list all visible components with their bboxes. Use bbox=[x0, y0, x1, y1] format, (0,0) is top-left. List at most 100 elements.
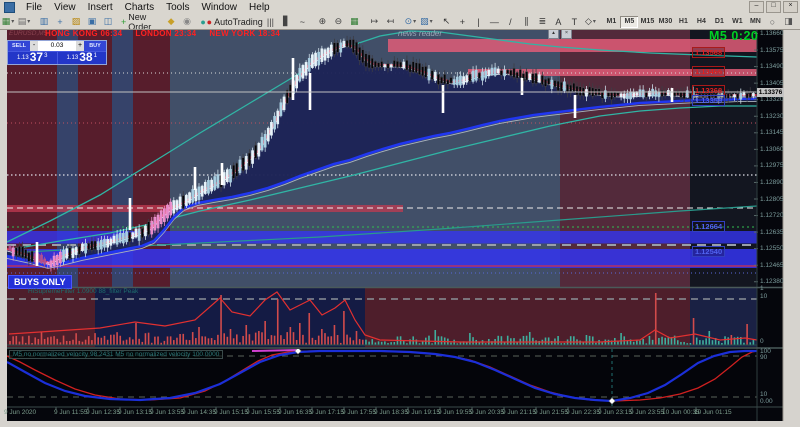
metaeditor-button[interactable]: ◆ bbox=[163, 15, 179, 28]
templates-button[interactable]: ▧ ▾ bbox=[418, 15, 434, 28]
time-axis-label[interactable]: 9 Jun 23:15 bbox=[598, 409, 632, 416]
menu-item-charts[interactable]: Charts bbox=[119, 0, 160, 14]
zoom-in-button[interactable]: ⊕ bbox=[314, 15, 330, 28]
time-axis-label[interactable]: 9 Jun 20:35 bbox=[470, 409, 504, 416]
horizontal-line-button[interactable]: — bbox=[486, 15, 502, 28]
timeframe-d1-button[interactable]: D1 bbox=[710, 16, 728, 28]
price-axis-label[interactable]: 1.12720 bbox=[760, 212, 784, 219]
price-axis-label[interactable]: 1.13575 bbox=[760, 47, 784, 54]
text-button[interactable]: A bbox=[550, 15, 566, 28]
toolbar: ▦ ▾ ▤ ▾ ▥ + ▨ ▣ ◫ + New Order ◆ ◉ ● ● AutoTrading ||| ▋ ~ ⊕… bbox=[0, 14, 800, 30]
timeframe-m15-button[interactable]: M15 bbox=[638, 16, 656, 28]
zoom-out-button[interactable]: ⊖ bbox=[330, 15, 346, 28]
price-axis-label[interactable]: 1.12465 bbox=[760, 262, 784, 269]
docked-window-button[interactable]: ◨ bbox=[780, 15, 796, 28]
price-axis-label[interactable]: 1.12805 bbox=[760, 196, 784, 203]
timeframe-m1-button[interactable]: M1 bbox=[602, 16, 620, 28]
crosshair-button[interactable]: + bbox=[454, 15, 470, 28]
time-axis-label[interactable]: 9 Jun 23:55 bbox=[630, 409, 664, 416]
time-axis-label[interactable]: 9 Jun 18:35 bbox=[374, 409, 408, 416]
marker-bar bbox=[35, 242, 39, 266]
profiles-button[interactable]: ▤ ▾ bbox=[16, 15, 32, 28]
time-axis-label[interactable]: 9 Jun 12:35 bbox=[86, 409, 120, 416]
buy-price[interactable]: 1.13 38 1 bbox=[58, 51, 107, 64]
menu-item-tools[interactable]: Tools bbox=[160, 0, 195, 14]
menu-item-window[interactable]: Window bbox=[195, 0, 243, 14]
vertical-line-button[interactable]: | bbox=[470, 15, 486, 28]
timeframe-mn-button[interactable]: MN bbox=[746, 16, 764, 28]
time-axis-label[interactable]: 9 Jun 17:15 bbox=[310, 409, 344, 416]
time-axis-label[interactable]: 9 Jun 11:55 bbox=[54, 409, 88, 416]
time-axis-label[interactable]: 9 Jun 15:15 bbox=[214, 409, 248, 416]
time-axis-label[interactable]: 9 Jun 19:55 bbox=[438, 409, 472, 416]
news-reader-close-button[interactable]: × bbox=[561, 29, 572, 39]
chart-canvas[interactable] bbox=[0, 0, 800, 427]
trendline-button[interactable]: / bbox=[502, 15, 518, 28]
price-axis-label[interactable]: 1.13490 bbox=[760, 63, 784, 70]
chart-bars-button[interactable]: ||| bbox=[262, 15, 278, 28]
timeframe-m5-button[interactable]: M5 bbox=[620, 15, 639, 28]
time-axis-label[interactable]: 9 Jun 16:35 bbox=[278, 409, 312, 416]
sell-price[interactable]: 1.13 37 3 bbox=[8, 51, 58, 64]
price-axis-label[interactable]: 1.12550 bbox=[760, 245, 784, 252]
cursor-button[interactable]: ↖ bbox=[438, 15, 454, 28]
price-axis-label[interactable]: 1.13060 bbox=[760, 146, 784, 153]
time-axis-label[interactable]: 9 Jun 2020 bbox=[4, 409, 36, 416]
tile-windows-button[interactable]: ▦ bbox=[346, 15, 362, 28]
time-axis-label[interactable]: 9 Jun 21:15 bbox=[502, 409, 536, 416]
minimize-button[interactable]: – bbox=[749, 1, 764, 13]
price-axis-label[interactable]: 1.12635 bbox=[760, 229, 784, 236]
chart-line-button[interactable]: ~ bbox=[294, 15, 310, 28]
data-window-button[interactable]: + bbox=[52, 15, 68, 28]
chart-shift-button[interactable]: ↤ bbox=[382, 15, 398, 28]
candle-timer: M5 0:20 bbox=[709, 29, 759, 43]
text-label-button[interactable]: T bbox=[566, 15, 582, 28]
chart-bars-icon: ||| bbox=[266, 16, 274, 27]
time-axis-label[interactable]: 10 Jun 01:15 bbox=[694, 409, 732, 416]
time-axis-label[interactable]: 9 Jun 17:55 bbox=[342, 409, 376, 416]
autotrading-button[interactable]: ● AutoTrading bbox=[207, 15, 263, 28]
price-axis-label[interactable]: 1.13145 bbox=[760, 129, 784, 136]
menu-item-insert[interactable]: Insert bbox=[82, 0, 119, 14]
strategy-tester-button[interactable]: ◫ bbox=[100, 15, 116, 28]
time-axis-label[interactable]: 9 Jun 22:35 bbox=[566, 409, 600, 416]
timeframe-h4-button[interactable]: H4 bbox=[692, 16, 710, 28]
search-button[interactable]: ○ bbox=[764, 15, 780, 28]
news-reader-collapse-button[interactable]: ▴ bbox=[548, 29, 559, 39]
time-axis-label[interactable]: 9 Jun 21:55 bbox=[534, 409, 568, 416]
arrow-tools-button[interactable]: ◇ ▾ bbox=[582, 15, 598, 28]
time-axis-label[interactable]: 9 Jun 14:35 bbox=[182, 409, 216, 416]
price-axis-label[interactable]: 1.12890 bbox=[760, 179, 784, 186]
new-order-button[interactable]: + New Order bbox=[120, 14, 163, 29]
navigator-button[interactable]: ▨ bbox=[68, 15, 84, 28]
indicators-button[interactable]: ⊙ ▾ bbox=[402, 15, 418, 28]
timeframe-h1-button[interactable]: H1 bbox=[674, 16, 692, 28]
time-axis-label[interactable]: 9 Jun 13:55 bbox=[150, 409, 184, 416]
mql-community-button[interactable]: ◉ bbox=[179, 15, 195, 28]
chart-candles-button[interactable]: ▋ bbox=[278, 15, 294, 28]
menu-item-file[interactable]: File bbox=[20, 0, 48, 14]
restore-button[interactable]: □ bbox=[766, 1, 781, 13]
market-watch-button[interactable]: ▥ bbox=[36, 15, 52, 28]
price-axis-label[interactable]: 1.12975 bbox=[760, 162, 784, 169]
channel-button[interactable]: ∥ bbox=[518, 15, 534, 28]
time-axis-label[interactable]: 9 Jun 19:15 bbox=[406, 409, 440, 416]
timeframe-m30-button[interactable]: M30 bbox=[656, 16, 674, 28]
price-axis-label[interactable]: 1.13320 bbox=[760, 96, 784, 103]
price-axis-label[interactable]: 1.12380 bbox=[760, 278, 784, 285]
timeframe-w1-button[interactable]: W1 bbox=[728, 16, 746, 28]
fibonacci-button[interactable]: ≣ bbox=[534, 15, 550, 28]
price-axis-label[interactable]: 1.13230 bbox=[760, 113, 784, 120]
terminal-button[interactable]: ▣ bbox=[84, 15, 100, 28]
close-button[interactable]: × bbox=[783, 1, 798, 13]
time-axis-label[interactable]: 9 Jun 15:55 bbox=[246, 409, 280, 416]
time-axis-label[interactable]: 9 Jun 13:15 bbox=[118, 409, 152, 416]
menu-item-view[interactable]: View bbox=[48, 0, 82, 14]
price-axis-label[interactable]: 1.13660 bbox=[760, 30, 784, 37]
session-clock: LONDON 23:34 bbox=[135, 29, 197, 38]
price-axis-label[interactable]: 1.13405 bbox=[760, 80, 784, 87]
auto-scroll-button[interactable]: ↦ bbox=[366, 15, 382, 28]
sell-button[interactable]: SELL bbox=[8, 41, 30, 51]
menu-item-help[interactable]: Help bbox=[243, 0, 276, 14]
new-chart-button[interactable]: ▦ ▾ bbox=[0, 15, 16, 28]
